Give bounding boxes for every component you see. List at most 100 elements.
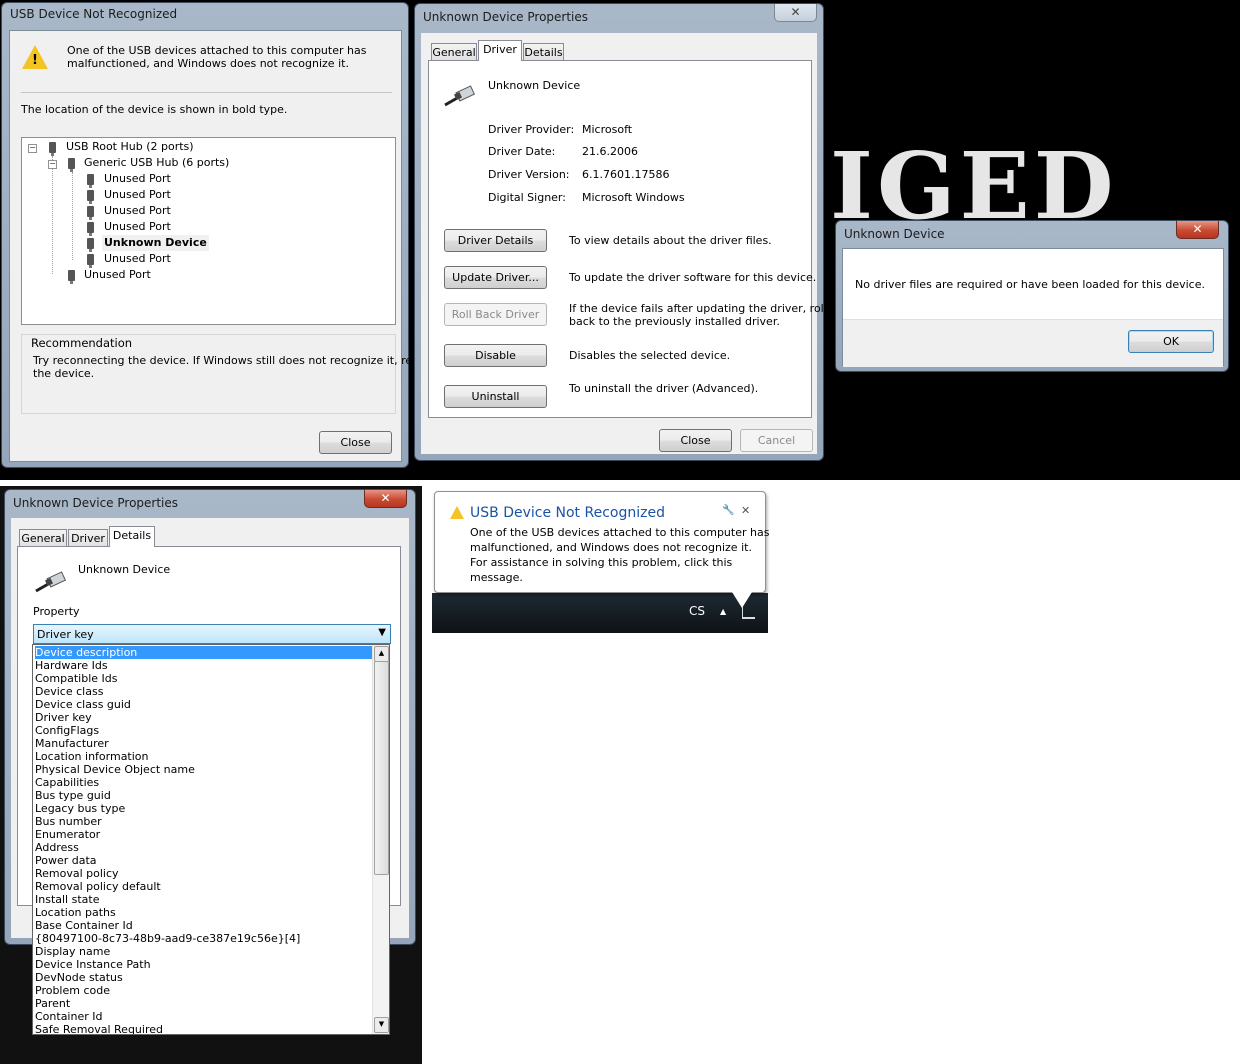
- property-option[interactable]: Hardware Ids: [35, 659, 108, 672]
- property-option[interactable]: Power data: [35, 854, 97, 867]
- tree-item[interactable]: USB Root Hub (2 ports): [66, 139, 194, 155]
- dialog-title: USB Device Not Recognized: [10, 7, 178, 21]
- field-label: Driver Version:: [488, 168, 570, 181]
- roll-back-driver-button[interactable]: Roll Back Driver: [444, 303, 547, 326]
- scroll-down-arrow[interactable]: ▼: [374, 1017, 389, 1033]
- tab-general[interactable]: General: [19, 529, 67, 547]
- usb-tree[interactable]: − USB Root Hub (2 ports) − Generic USB H…: [21, 137, 396, 325]
- tab-general[interactable]: General: [431, 43, 477, 61]
- property-option[interactable]: Location paths: [35, 906, 116, 919]
- tree-item[interactable]: Unused Port: [104, 251, 171, 267]
- property-option[interactable]: Driver key: [35, 711, 92, 724]
- scroll-up-arrow[interactable]: ▲: [374, 646, 389, 662]
- tree-item[interactable]: Unused Port: [84, 267, 151, 283]
- property-option[interactable]: Problem code: [35, 984, 110, 997]
- balloon-title: USB Device Not Recognized: [470, 505, 665, 521]
- field-value: 21.6.2006: [582, 145, 638, 158]
- property-option[interactable]: Legacy bus type: [35, 802, 125, 815]
- uninstall-button[interactable]: Uninstall: [444, 385, 547, 408]
- scrollbar[interactable]: ▲ ▼: [372, 645, 389, 1034]
- recommendation-line-1: Try reconnecting the device. If Windows …: [33, 354, 442, 367]
- property-option[interactable]: Device Instance Path: [35, 958, 151, 971]
- field-value: Microsoft: [582, 123, 633, 136]
- unknown-device-msgbox: Unknown Device ✕ No driver files are req…: [835, 220, 1229, 372]
- close-icon[interactable]: ✕: [774, 4, 817, 22]
- field-value: Microsoft Windows: [582, 191, 685, 204]
- property-dropdown[interactable]: Driver key ▼: [33, 624, 391, 644]
- close-button[interactable]: Close: [659, 429, 732, 452]
- usb-tray-icon[interactable]: [742, 607, 755, 619]
- property-option[interactable]: ConfigFlags: [35, 724, 99, 737]
- driver-details-button[interactable]: Driver Details: [444, 229, 547, 252]
- property-option[interactable]: Compatible Ids: [35, 672, 117, 685]
- tree-item[interactable]: Unused Port: [104, 219, 171, 235]
- usb-port-icon: [87, 190, 94, 204]
- ok-button[interactable]: OK: [1128, 330, 1214, 353]
- property-option[interactable]: DevNode status: [35, 971, 123, 984]
- collapse-icon[interactable]: −: [28, 144, 37, 153]
- dialog-title: Unknown Device Properties: [13, 496, 179, 510]
- tab-driver[interactable]: Driver: [68, 529, 108, 547]
- property-option[interactable]: Capabilities: [35, 776, 99, 789]
- tree-item-unknown-device[interactable]: Unknown Device: [102, 235, 209, 251]
- property-option[interactable]: Safe Removal Required: [35, 1023, 163, 1034]
- property-option[interactable]: Device class guid: [35, 698, 131, 711]
- close-icon[interactable]: ✕: [741, 504, 750, 517]
- tab-details[interactable]: Details: [523, 43, 564, 61]
- tray-language[interactable]: CS: [689, 604, 705, 618]
- update-driver-button[interactable]: Update Driver...: [444, 266, 547, 289]
- property-option[interactable]: Container Id: [35, 1010, 102, 1023]
- usb-port-icon: [68, 270, 75, 284]
- cancel-button[interactable]: Cancel: [740, 429, 813, 452]
- recommendation-title: Recommendation: [31, 336, 133, 350]
- property-option[interactable]: {80497100-8c73-48b9-aad9-ce387e19c56e}[4…: [35, 932, 300, 945]
- close-button[interactable]: Close: [319, 431, 392, 454]
- property-option[interactable]: Location information: [35, 750, 149, 763]
- property-option[interactable]: Manufacturer: [35, 737, 109, 750]
- property-option[interactable]: Removal policy default: [35, 880, 161, 893]
- driver-tab-panel: Unknown Device Driver Provider: Microsof…: [428, 60, 827, 418]
- taskbar-tray: CS ▲: [432, 593, 768, 633]
- wallpaper-art-text: IGED: [830, 132, 1118, 240]
- chevron-down-icon: ▼: [378, 627, 386, 638]
- scroll-thumb[interactable]: [374, 661, 389, 875]
- collapse-icon[interactable]: −: [48, 160, 57, 169]
- usb-port-icon: [87, 254, 94, 268]
- tab-details[interactable]: Details: [109, 526, 155, 547]
- property-option[interactable]: Enumerator: [35, 828, 100, 841]
- property-option[interactable]: Parent: [35, 997, 70, 1010]
- property-option[interactable]: Install state: [35, 893, 99, 906]
- tray-show-hidden-arrow[interactable]: ▲: [720, 607, 726, 616]
- tree-item[interactable]: Generic USB Hub (6 ports): [84, 155, 229, 171]
- usb-connector-icon: [444, 85, 476, 107]
- tab-driver[interactable]: Driver: [478, 40, 522, 61]
- separator: [21, 92, 392, 93]
- recommendation-line-2: the device.: [33, 367, 95, 380]
- action-description: To view details about the driver files.: [569, 234, 772, 247]
- property-option[interactable]: Device description: [35, 646, 374, 659]
- tree-item[interactable]: Unused Port: [104, 187, 171, 203]
- property-option[interactable]: Display name: [35, 945, 110, 958]
- balloon-pointer: [732, 592, 752, 608]
- property-option[interactable]: Bus number: [35, 815, 102, 828]
- warning-icon: [450, 506, 464, 519]
- property-option[interactable]: Device class: [35, 685, 103, 698]
- tree-item[interactable]: Unused Port: [104, 171, 171, 187]
- message-line-1: One of the USB devices attached to this …: [67, 44, 367, 57]
- close-icon[interactable]: ✕: [364, 490, 407, 508]
- usb-port-icon: [87, 238, 94, 252]
- tree-item[interactable]: Unused Port: [104, 203, 171, 219]
- dialog-title: Unknown Device: [844, 227, 945, 241]
- property-option[interactable]: Address: [35, 841, 79, 854]
- disable-button[interactable]: Disable: [444, 344, 547, 367]
- property-option[interactable]: Physical Device Object name: [35, 763, 195, 776]
- property-option[interactable]: Base Container Id: [35, 919, 133, 932]
- property-list: Device description Hardware Ids Compatible…: [33, 645, 374, 1034]
- property-option[interactable]: Removal policy: [35, 867, 119, 880]
- msgbox-message: No driver files are required or have bee…: [855, 278, 1205, 291]
- usb-balloon[interactable]: USB Device Not Recognized 🔧 ✕ One of the…: [434, 491, 769, 593]
- close-icon[interactable]: ✕: [1176, 221, 1219, 239]
- settings-wrench-icon[interactable]: 🔧: [722, 505, 734, 516]
- property-option[interactable]: Bus type guid: [35, 789, 111, 802]
- property-listbox[interactable]: Device description Hardware Ids Compatible…: [32, 644, 390, 1035]
